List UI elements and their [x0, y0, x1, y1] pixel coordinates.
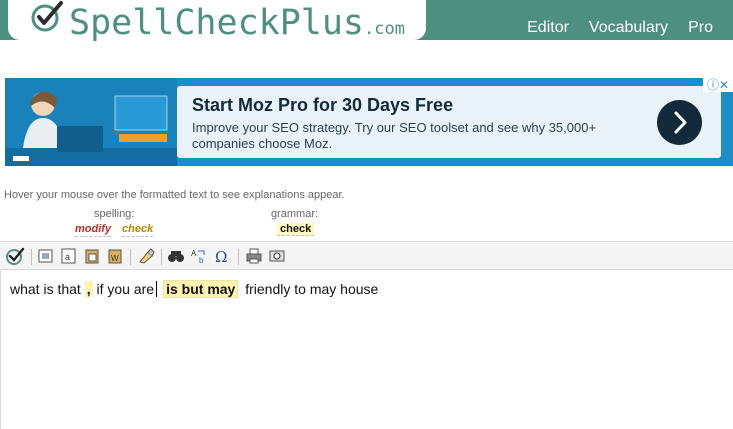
grammar-error-highlight[interactable]: is but may [163, 280, 239, 298]
paste-button[interactable] [83, 247, 101, 265]
svg-text:W: W [111, 254, 119, 263]
nav-editor[interactable]: Editor [527, 18, 569, 38]
paste-special-button[interactable]: W [106, 247, 124, 265]
check-icon [6, 247, 25, 265]
replace-icon: Ab [191, 249, 205, 265]
text-segment: friendly to may house [245, 281, 379, 297]
logo-suffix: .com [364, 19, 405, 39]
main-nav: Editor Vocabulary Pro [527, 18, 733, 38]
check-button[interactable] [5, 246, 25, 266]
editor-content[interactable]: what is that , if you are is but may frie… [10, 280, 378, 298]
chevron-right-icon [674, 111, 687, 134]
copy-icon: a [61, 248, 76, 264]
clear-button[interactable] [137, 247, 155, 265]
paste-special-icon: W [108, 249, 122, 264]
svg-text:b: b [199, 256, 204, 265]
checkmark-logo-icon [31, 1, 63, 32]
svg-text:a: a [65, 252, 70, 262]
grammar-tag-check: check [277, 223, 315, 236]
ad-arrow-button[interactable] [657, 100, 702, 145]
toolbar-separator [31, 249, 32, 265]
ad-title[interactable]: Start Moz Pro for 30 Days Free [192, 95, 453, 116]
find-button[interactable] [167, 247, 185, 265]
logo-text: SpellCheckPlus.com [69, 3, 405, 43]
nav-pro[interactable]: Pro [688, 18, 713, 38]
cut-icon [38, 249, 53, 263]
copy-button[interactable]: a [60, 247, 78, 265]
text-caret [156, 281, 158, 297]
punctuation-error-highlight[interactable]: , [84, 281, 93, 297]
ad-banner[interactable]: Start Moz Pro for 30 Days Free Improve y… [5, 78, 733, 166]
text-segment: what is that [10, 281, 81, 297]
preview-button[interactable] [268, 247, 286, 265]
spelling-legend-label: spelling: [94, 208, 135, 220]
text-segment: if you are [96, 281, 155, 297]
logo[interactable]: SpellCheckPlus.com [8, 0, 426, 43]
ad-illustration [5, 78, 177, 166]
editor-toolbar: a W Ab Ω [0, 241, 733, 270]
toolbar-separator [161, 249, 162, 265]
site-header: SpellCheckPlus.com Editor Vocabulary Pro [0, 0, 733, 43]
paste-icon [85, 249, 99, 264]
toolbar-separator [130, 249, 131, 265]
preview-icon [269, 250, 285, 262]
print-button[interactable] [245, 247, 263, 265]
svg-text:Ω: Ω [215, 248, 227, 265]
nav-vocabulary[interactable]: Vocabulary [589, 18, 668, 38]
replace-button[interactable]: Ab [190, 247, 208, 265]
clear-icon [139, 248, 155, 264]
omega-icon: Ω [215, 248, 227, 265]
hover-hint: Hover your mouse over the formatted text… [4, 189, 345, 201]
spelling-tag-modify: modify [75, 223, 112, 237]
print-icon [246, 248, 262, 264]
toolbar-separator [238, 249, 239, 265]
svg-text:A: A [191, 249, 197, 258]
text-editor[interactable]: what is that , if you are is but may frie… [0, 270, 733, 429]
ad-body: Improve your SEO strategy. Try our SEO t… [192, 120, 597, 151]
logo-name: SpellCheckPlus [69, 3, 365, 43]
find-icon [168, 251, 184, 262]
special-chars-button[interactable]: Ω [213, 247, 231, 265]
ad-choices-icon[interactable]: ⓘ✕ [703, 78, 733, 92]
cut-button[interactable] [37, 247, 55, 265]
ad-card[interactable]: Start Moz Pro for 30 Days Free Improve y… [177, 86, 721, 158]
grammar-legend-label: grammar: [271, 208, 319, 220]
spelling-tag-check: check [122, 223, 154, 237]
